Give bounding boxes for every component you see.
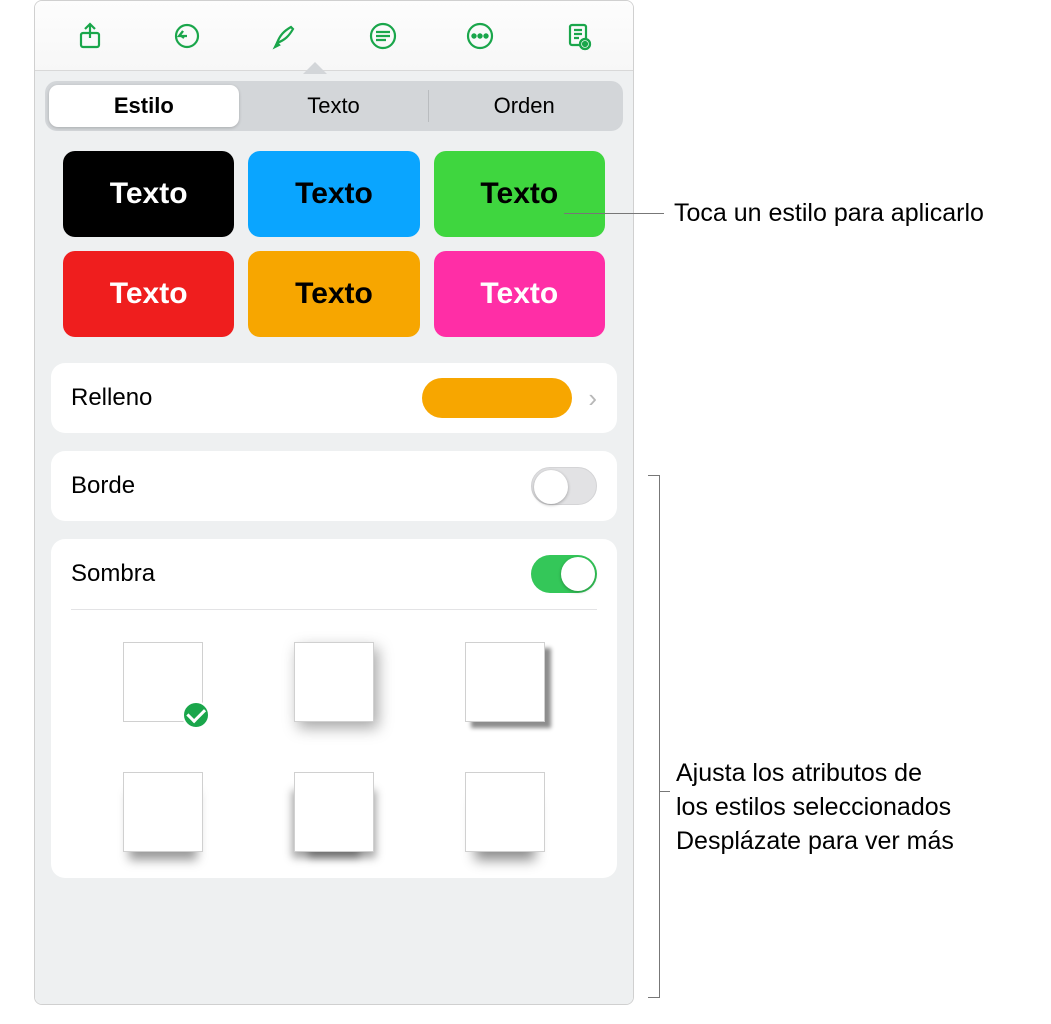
style-preset-blue[interactable]: Texto — [248, 151, 419, 237]
shadow-option-contact[interactable] — [99, 764, 226, 860]
tab-control: Estilo Texto Orden — [45, 81, 623, 131]
style-preset-pink[interactable]: Texto — [434, 251, 605, 337]
tab-text[interactable]: Texto — [239, 85, 429, 127]
share-icon[interactable] — [70, 16, 110, 56]
format-panel: Estilo Texto Orden Texto Texto Texto Tex… — [34, 0, 634, 1005]
callout-line-top — [564, 213, 664, 214]
style-preset-green[interactable]: Texto — [434, 151, 605, 237]
chevron-right-icon: › — [588, 383, 597, 414]
callout-bracket — [648, 475, 660, 998]
callout-bottom-line2: los estilos seleccionados — [676, 791, 954, 825]
top-toolbar — [35, 1, 633, 71]
more-icon[interactable] — [460, 16, 500, 56]
border-toggle[interactable] — [531, 467, 597, 505]
callout-bottom: Ajusta los atributos de los estilos sele… — [676, 757, 954, 858]
shadow-option-curve[interactable] — [270, 764, 397, 860]
document-icon[interactable] — [558, 16, 598, 56]
style-preset-red[interactable]: Texto — [63, 251, 234, 337]
style-preset-grid: Texto Texto Texto Texto Texto Texto — [45, 151, 623, 337]
fill-label: Relleno — [71, 384, 422, 412]
shadow-option-below[interactable] — [442, 764, 569, 860]
shadow-row: Sombra — [71, 539, 597, 609]
popover-arrow — [303, 62, 327, 74]
check-icon — [182, 701, 210, 729]
shadow-card: Sombra — [51, 539, 617, 878]
panel-body: Estilo Texto Orden Texto Texto Texto Tex… — [35, 71, 633, 1004]
shadow-option-sharp[interactable] — [442, 634, 569, 730]
justify-icon[interactable] — [363, 16, 403, 56]
style-preset-black[interactable]: Texto — [63, 151, 234, 237]
style-preset-orange[interactable]: Texto — [248, 251, 419, 337]
shadow-option-soft[interactable] — [270, 634, 397, 730]
tab-order[interactable]: Orden — [429, 85, 619, 127]
fill-color-chip[interactable] — [422, 378, 572, 418]
callout-top: Toca un estilo para aplicarlo — [674, 197, 984, 231]
shadow-label: Sombra — [71, 560, 531, 588]
fill-row[interactable]: Relleno › — [71, 363, 597, 433]
callout-bottom-line3: Desplázate para ver más — [676, 825, 954, 859]
callout-line-bottom — [660, 791, 670, 792]
callout-bottom-line1: Ajusta los atributos de — [676, 757, 954, 791]
format-brush-icon[interactable] — [265, 16, 305, 56]
border-row: Borde — [71, 451, 597, 521]
undo-icon[interactable] — [167, 16, 207, 56]
fill-row-card: Relleno › — [51, 363, 617, 433]
shadow-option-none[interactable] — [99, 634, 226, 730]
shadow-toggle[interactable] — [531, 555, 597, 593]
tab-style[interactable]: Estilo — [49, 85, 239, 127]
shadow-options-grid — [71, 610, 597, 874]
border-label: Borde — [71, 472, 531, 500]
border-row-card: Borde — [51, 451, 617, 521]
